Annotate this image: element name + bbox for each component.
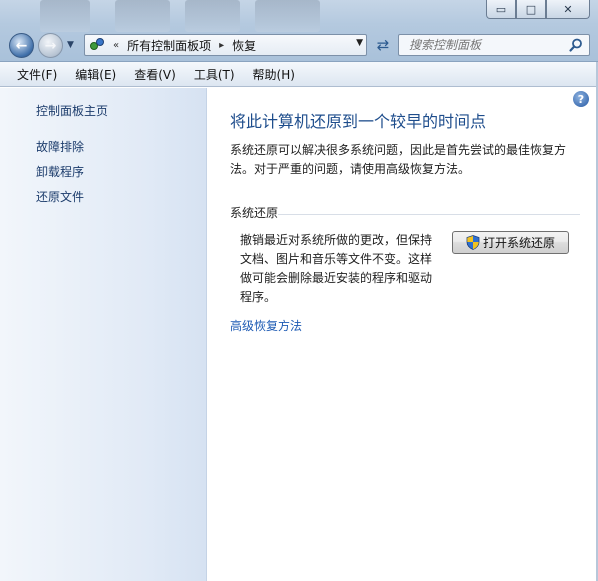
chevron-down-icon: ▼ [67, 40, 74, 50]
address-dropdown-icon[interactable]: ▼ [356, 38, 363, 48]
recent-pages-dropdown[interactable]: ▼ [67, 40, 74, 50]
minimize-button[interactable]: ▭ [486, 0, 516, 19]
background-ghost [115, 0, 170, 32]
close-button[interactable]: ✕ [546, 0, 590, 19]
main-content: ? 将此计算机还原到一个较早的时间点 系统还原可以解决很多系统问题，因此是首先尝… [208, 88, 598, 581]
address-bar[interactable]: « 所有控制面板项 ▸ 恢复 ▼ [84, 34, 367, 56]
title-bar: ▭ □ ✕ ← → ▼ « 所有控制面板项 ▸ 恢复 ▼ ⇄ [0, 0, 598, 62]
help-button[interactable]: ? [573, 91, 589, 107]
background-ghost [40, 0, 90, 32]
sidebar-link-restore-files[interactable]: 还原文件 [36, 188, 84, 205]
search-icon[interactable] [568, 37, 584, 53]
menu-bar: 文件(F) 编辑(E) 查看(V) 工具(T) 帮助(H) [0, 62, 598, 87]
open-system-restore-label: 打开系统还原 [482, 236, 555, 250]
breadcrumb-separator[interactable]: ▸ [219, 40, 224, 51]
breadcrumb-recovery[interactable]: 恢复 [232, 37, 256, 54]
breadcrumb-overflow[interactable]: « [113, 40, 119, 51]
refresh-icon: ⇄ [376, 36, 390, 54]
back-arrow-icon: ← [15, 37, 28, 54]
menu-edit[interactable]: 编辑(E) [66, 66, 125, 83]
breadcrumb-all-items[interactable]: 所有控制面板项 [127, 37, 211, 54]
forward-button[interactable]: → [38, 33, 63, 58]
help-icon: ? [577, 92, 585, 106]
sidebar-link-troubleshooting[interactable]: 故障排除 [36, 138, 84, 155]
menu-file[interactable]: 文件(F) [8, 66, 66, 83]
menu-tools[interactable]: 工具(T) [185, 66, 244, 83]
menu-help[interactable]: 帮助(H) [244, 66, 304, 83]
uac-shield-icon [466, 235, 480, 250]
maximize-button[interactable]: □ [516, 0, 546, 19]
forward-arrow-icon: → [44, 37, 57, 54]
system-restore-description: 撤销最近对系统所做的更改，但保持文档、图片和音乐等文件不变。这样做可能会删除最近… [240, 233, 433, 304]
advanced-recovery-link[interactable]: 高级恢复方法 [230, 317, 302, 334]
control-panel-icon [89, 37, 105, 53]
back-button[interactable]: ← [9, 33, 34, 58]
close-icon: ✕ [563, 2, 573, 16]
maximize-icon: □ [525, 2, 537, 16]
sidebar-link-uninstall-program[interactable]: 卸载程序 [36, 163, 84, 180]
section-divider [278, 214, 580, 215]
minimize-icon: ▭ [495, 2, 507, 16]
open-system-restore-button[interactable]: 打开系统还原 [452, 231, 569, 254]
search-input[interactable] [409, 38, 569, 52]
page-description: 系统还原可以解决很多系统问题，因此是首先尝试的最佳恢复方法。对于严重的问题，请使… [230, 143, 567, 176]
menu-view[interactable]: 查看(V) [125, 66, 185, 83]
background-ghost [185, 0, 240, 32]
refresh-button[interactable]: ⇄ [373, 35, 393, 55]
sidebar-link-control-panel-home[interactable]: 控制面板主页 [36, 102, 108, 119]
caption-buttons: ▭ □ ✕ [486, 0, 590, 19]
sidebar: 控制面板主页 故障排除 卸载程序 还原文件 [0, 88, 207, 581]
section-heading-system-restore: 系统还原 [230, 206, 279, 220]
background-ghost [255, 0, 320, 32]
page-title: 将此计算机还原到一个较早的时间点 [230, 112, 487, 131]
search-box[interactable] [398, 34, 590, 56]
